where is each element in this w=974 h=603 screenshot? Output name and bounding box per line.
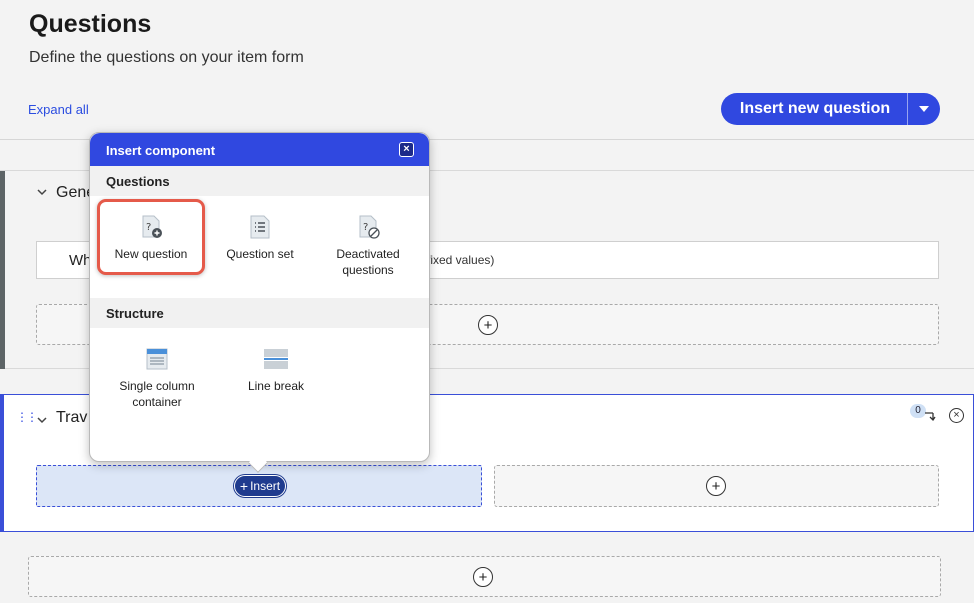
- chevron-down-icon[interactable]: [37, 413, 47, 427]
- add-dropzone[interactable]: +: [494, 465, 939, 507]
- remove-section-icon[interactable]: ×: [949, 408, 964, 423]
- new-question-tile[interactable]: ? New question: [97, 199, 205, 275]
- question-set-icon: [250, 215, 270, 239]
- expand-all-link[interactable]: Expand all: [28, 102, 89, 117]
- add-dropzone-bottom[interactable]: +: [28, 556, 941, 597]
- single-column-label: Single column container: [103, 378, 211, 410]
- drag-handle-icon[interactable]: ⋮⋮: [16, 410, 38, 424]
- line-break-icon: [264, 349, 288, 369]
- deactivated-questions-tile[interactable]: ? Deactivated questions: [314, 202, 422, 278]
- single-column-icon: [146, 348, 168, 370]
- question-set-tile[interactable]: Question set: [206, 202, 314, 278]
- deactivated-label-line1: Deactivated: [336, 247, 400, 261]
- plus-circle-icon[interactable]: +: [473, 567, 493, 587]
- line-break-label: Line break: [247, 379, 305, 393]
- svg-text:?: ?: [146, 222, 151, 233]
- questions-heading: Questions: [90, 166, 429, 196]
- insert-component-popup: Insert component × Questions Structure ?…: [89, 132, 430, 473]
- page-title: Questions: [29, 10, 152, 38]
- section-title: Trav: [56, 409, 88, 426]
- close-icon[interactable]: ×: [399, 142, 414, 157]
- single-column-container-tile[interactable]: Single column container: [103, 335, 211, 411]
- single-column-line2: container: [132, 395, 182, 409]
- line-break-tile[interactable]: Line break: [222, 335, 330, 411]
- deactivated-questions-icon: ?: [359, 215, 380, 239]
- chevron-down-icon[interactable]: [37, 185, 47, 199]
- caret-down-icon: [919, 106, 929, 112]
- insert-options-dropdown-button[interactable]: [908, 93, 940, 125]
- insert-new-question-split-button: Insert new question: [721, 93, 940, 125]
- svg-text:?: ?: [363, 222, 368, 233]
- insert-label: Insert: [250, 479, 281, 493]
- new-question-icon: ?: [142, 215, 162, 238]
- plus-circle-icon[interactable]: +: [478, 315, 498, 335]
- new-question-label: New question: [114, 247, 188, 261]
- popup-title: Insert component: [106, 143, 216, 158]
- single-column-line1: Single column: [119, 379, 195, 393]
- insert-button[interactable]: + Insert: [234, 475, 286, 497]
- page-header: Questions Define the questions on your i…: [0, 0, 974, 140]
- page-subtitle: Define the questions on your item form: [29, 49, 304, 66]
- question-set-label: Question set: [226, 247, 294, 261]
- insert-new-question-button[interactable]: Insert new question: [721, 93, 907, 125]
- structure-heading: Structure: [90, 298, 429, 328]
- deactivated-questions-label: Deactivated questions: [314, 246, 422, 278]
- popup-header: Insert component ×: [90, 133, 429, 166]
- connection-icon[interactable]: [924, 409, 936, 424]
- section-left-bar: [0, 171, 5, 369]
- plus-icon: +: [239, 478, 249, 494]
- plus-circle-icon[interactable]: +: [706, 476, 726, 496]
- deactivated-label-line2: questions: [342, 263, 394, 277]
- question-field-hint: fixed values): [427, 253, 495, 267]
